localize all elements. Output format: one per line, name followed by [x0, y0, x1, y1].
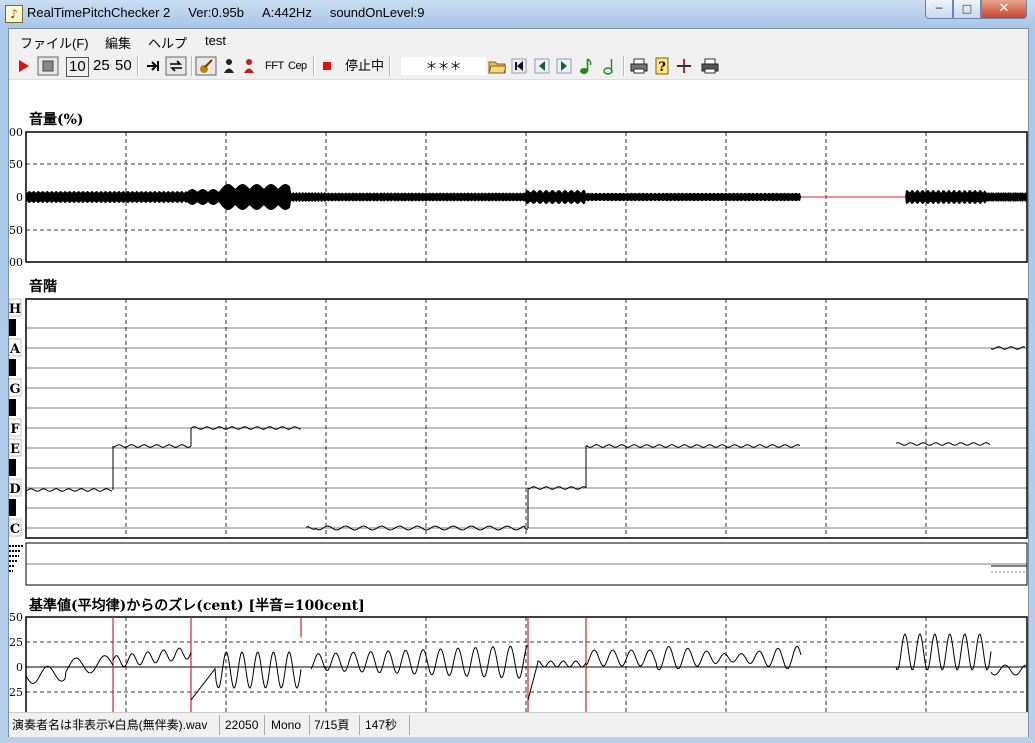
- cep-button[interactable]: Cep: [288, 57, 307, 75]
- person-red-icon[interactable]: [242, 58, 256, 74]
- person-dark-icon[interactable]: [222, 58, 236, 74]
- plot-area: 音量(%) 100 50 0 50 100 音階 H A G FE D C 基準値(平均律)からのズレ(c…: [9, 111, 1028, 712]
- note-display: ＊＊＊: [401, 57, 486, 75]
- title-version: Ver:0.95b: [188, 5, 244, 20]
- keyboard-black-key: [9, 459, 16, 476]
- print-icon[interactable]: [630, 58, 648, 74]
- cent-frame: [25, 616, 1028, 712]
- menu-edit[interactable]: 編集: [105, 33, 131, 52]
- status-rate: 22050: [225, 718, 259, 732]
- keyboard-black-key: [9, 359, 16, 376]
- title-sound-level: soundOnLevel:9: [329, 5, 425, 20]
- keyboard-black-key: [9, 499, 16, 516]
- maximize-button[interactable]: □: [953, 0, 981, 19]
- note-label: E: [10, 442, 20, 457]
- note-label: D: [9, 482, 20, 497]
- cent-tick-label: 25: [9, 636, 23, 649]
- cent-tick-label: 50: [9, 611, 23, 624]
- app-icon: ♪: [5, 5, 23, 23]
- window-title: RealTimePitchChecker 2 Ver:0.95b A:442Hz so…: [27, 5, 443, 20]
- title-a-freq: A:442Hz: [261, 5, 312, 20]
- fft-button[interactable]: FFT: [265, 57, 284, 75]
- note-green-icon[interactable]: [579, 57, 593, 75]
- help-icon[interactable]: ?: [655, 57, 669, 75]
- volume-tick-label: 50: [9, 224, 23, 237]
- cent-tick-label: 0: [16, 661, 23, 674]
- note-label: C: [10, 522, 20, 537]
- volume-tick-label: 100: [9, 256, 23, 269]
- toolbar: 10 25 50 FFT Cep 停止中 ＊＊＊ ?: [9, 53, 1028, 80]
- cent-title: 基準値(平均律)からのズレ(cent) [半音=100cent]: [29, 597, 365, 614]
- loop-icon[interactable]: [165, 56, 187, 76]
- title-app-name: RealTimePitchChecker 2: [27, 5, 171, 20]
- note-label: F: [10, 422, 20, 437]
- status-state: 停止中: [345, 58, 385, 73]
- status-bar: 演奏者名は非表示¥白鳥(無伴奏).wav 22050 Mono 7/15頁 14…: [9, 712, 1028, 737]
- volume-tick-label: 100: [9, 126, 23, 139]
- prev-page-icon[interactable]: [534, 58, 550, 74]
- first-page-icon[interactable]: [511, 58, 527, 74]
- speed-50-button[interactable]: 50: [115, 57, 132, 75]
- menu-test[interactable]: test: [205, 33, 226, 48]
- play-icon[interactable]: [17, 58, 31, 74]
- volume-tick-label: 50: [9, 158, 23, 171]
- record-stop-icon: [323, 62, 331, 70]
- minimize-button[interactable]: ─: [925, 0, 953, 19]
- stop-icon[interactable]: [37, 56, 59, 76]
- violin-icon[interactable]: [195, 56, 217, 76]
- status-page: 7/15頁: [314, 718, 350, 732]
- volume-title: 音量(%): [29, 111, 84, 128]
- speed-25-button[interactable]: 25: [93, 57, 110, 75]
- marker-icon[interactable]: [676, 58, 692, 74]
- next-page-icon[interactable]: [556, 58, 572, 74]
- close-button[interactable]: ✕: [981, 0, 1027, 19]
- scale-title: 音階: [29, 278, 57, 295]
- title-bar[interactable]: ♪ RealTimePitchChecker 2 Ver:0.95b A:442Hz…: [0, 0, 1035, 28]
- client-area: ファイル(F) 編集 ヘルプ test 10 25 50 FFT Cep 停止中…: [8, 28, 1029, 737]
- note-label: H: [9, 302, 21, 317]
- skip-to-end-icon[interactable]: [145, 58, 161, 74]
- status-duration: 147秒: [365, 718, 398, 732]
- speed-10-button[interactable]: 10: [66, 57, 89, 77]
- scale-frame: [25, 298, 1028, 539]
- svg-text:?: ?: [658, 60, 666, 75]
- cent-tick-label: -25: [9, 686, 23, 699]
- menu-file[interactable]: ファイル(F): [20, 33, 89, 52]
- menu-help[interactable]: ヘルプ: [148, 33, 187, 52]
- keyboard-black-key: [9, 319, 16, 336]
- status-channels: Mono: [271, 718, 302, 732]
- note-label: G: [9, 382, 20, 397]
- print-setup-icon[interactable]: [701, 58, 719, 74]
- open-folder-icon[interactable]: [488, 58, 506, 74]
- status-file: 演奏者名は非表示¥白鳥(無伴奏).wav: [12, 718, 208, 732]
- volume-tick-label: 0: [16, 191, 23, 204]
- note-outline-icon[interactable]: [603, 57, 617, 75]
- app-window: ♪ RealTimePitchChecker 2 Ver:0.95b A:442Hz…: [0, 0, 1035, 743]
- note-label: A: [9, 342, 21, 357]
- keyboard-black-key: [9, 399, 16, 416]
- menu-bar: ファイル(F) 編集 ヘルプ test: [9, 29, 1028, 53]
